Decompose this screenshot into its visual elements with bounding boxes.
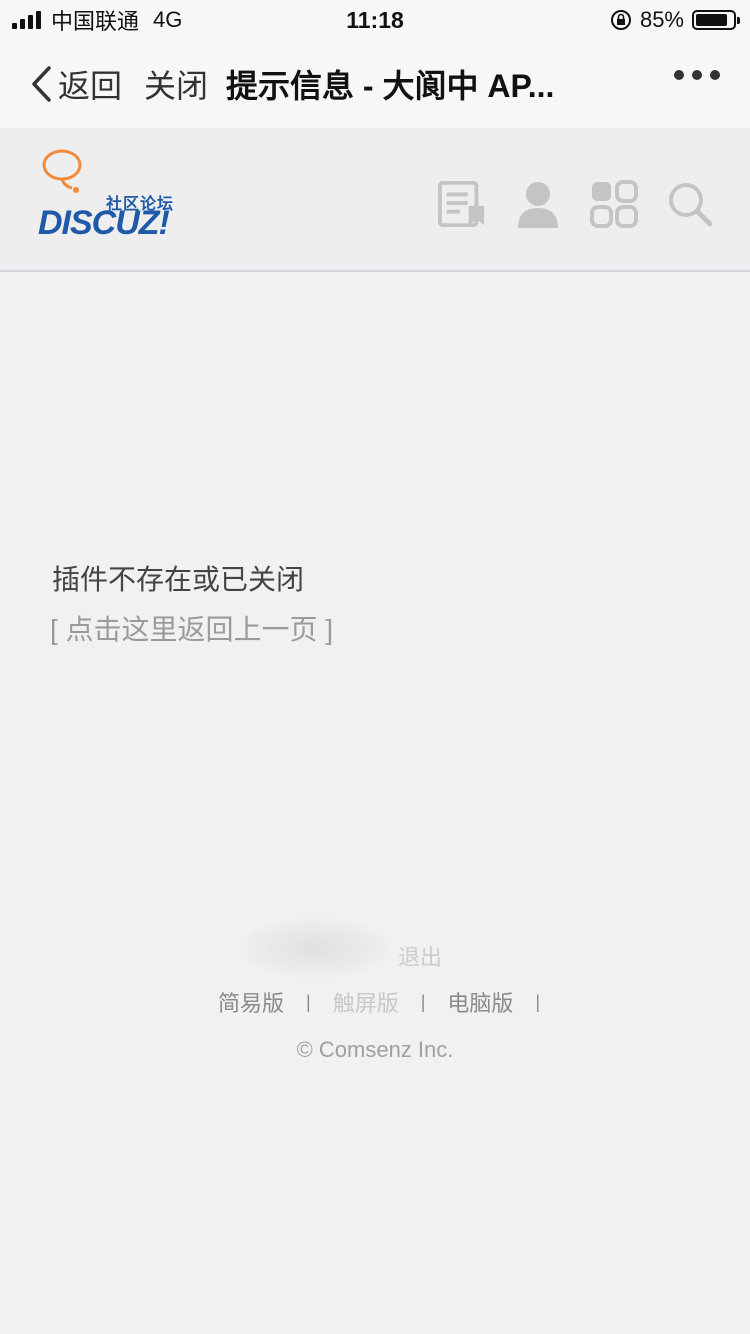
footer-links: 简易版 | 触屏版 | 电脑版 | — [218, 986, 562, 1018]
back-label: 返回 — [58, 68, 123, 104]
more-dot-icon — [692, 70, 702, 80]
close-button[interactable]: 关闭 — [144, 61, 208, 107]
footer-separator: | — [535, 991, 541, 1012]
logo-text: DISCUZ! — [38, 204, 170, 242]
more-dot-icon — [674, 70, 684, 80]
chevron-left-icon — [32, 66, 51, 102]
footer-separator: | — [306, 991, 311, 1012]
footer-link-touch[interactable]: 触屏版 — [333, 986, 399, 1018]
battery-percent: 85% — [639, 7, 684, 32]
more-dot-icon — [710, 70, 720, 80]
page-title: 提示信息 - 大阆中 AP... — [226, 68, 555, 104]
forum-list-icon[interactable] — [438, 180, 486, 228]
apps-grid-icon[interactable] — [590, 180, 638, 228]
footer-link-simple[interactable]: 简易版 — [218, 986, 284, 1018]
error-message: 插件不存在或已关闭 — [52, 564, 305, 595]
search-icon[interactable] — [666, 180, 714, 228]
site-header: 社区论坛 DISCUZ! — [0, 128, 750, 272]
blurred-username — [240, 918, 390, 978]
nav-bar: 返回 关闭 提示信息 - 大阆中 AP... — [0, 40, 750, 128]
status-bar: 中国联通 4G 11:18 85% — [0, 0, 750, 40]
go-back-link[interactable]: [ 点击这里返回上一页 ] — [50, 608, 333, 648]
copyright: © Comsenz Inc. — [296, 1037, 454, 1062]
discuz-logo[interactable]: 社区论坛 DISCUZ! — [38, 146, 198, 246]
more-menu-button[interactable] — [674, 70, 720, 80]
logout-link[interactable]: 退出 — [398, 940, 442, 972]
footer-separator: | — [420, 991, 426, 1012]
footer-link-desktop[interactable]: 电脑版 — [447, 986, 513, 1018]
battery-icon — [692, 10, 740, 30]
back-button[interactable]: 返回 — [30, 40, 122, 128]
speech-bubble-icon — [42, 149, 82, 193]
user-icon[interactable] — [514, 180, 562, 228]
rotation-lock-icon — [610, 10, 631, 30]
